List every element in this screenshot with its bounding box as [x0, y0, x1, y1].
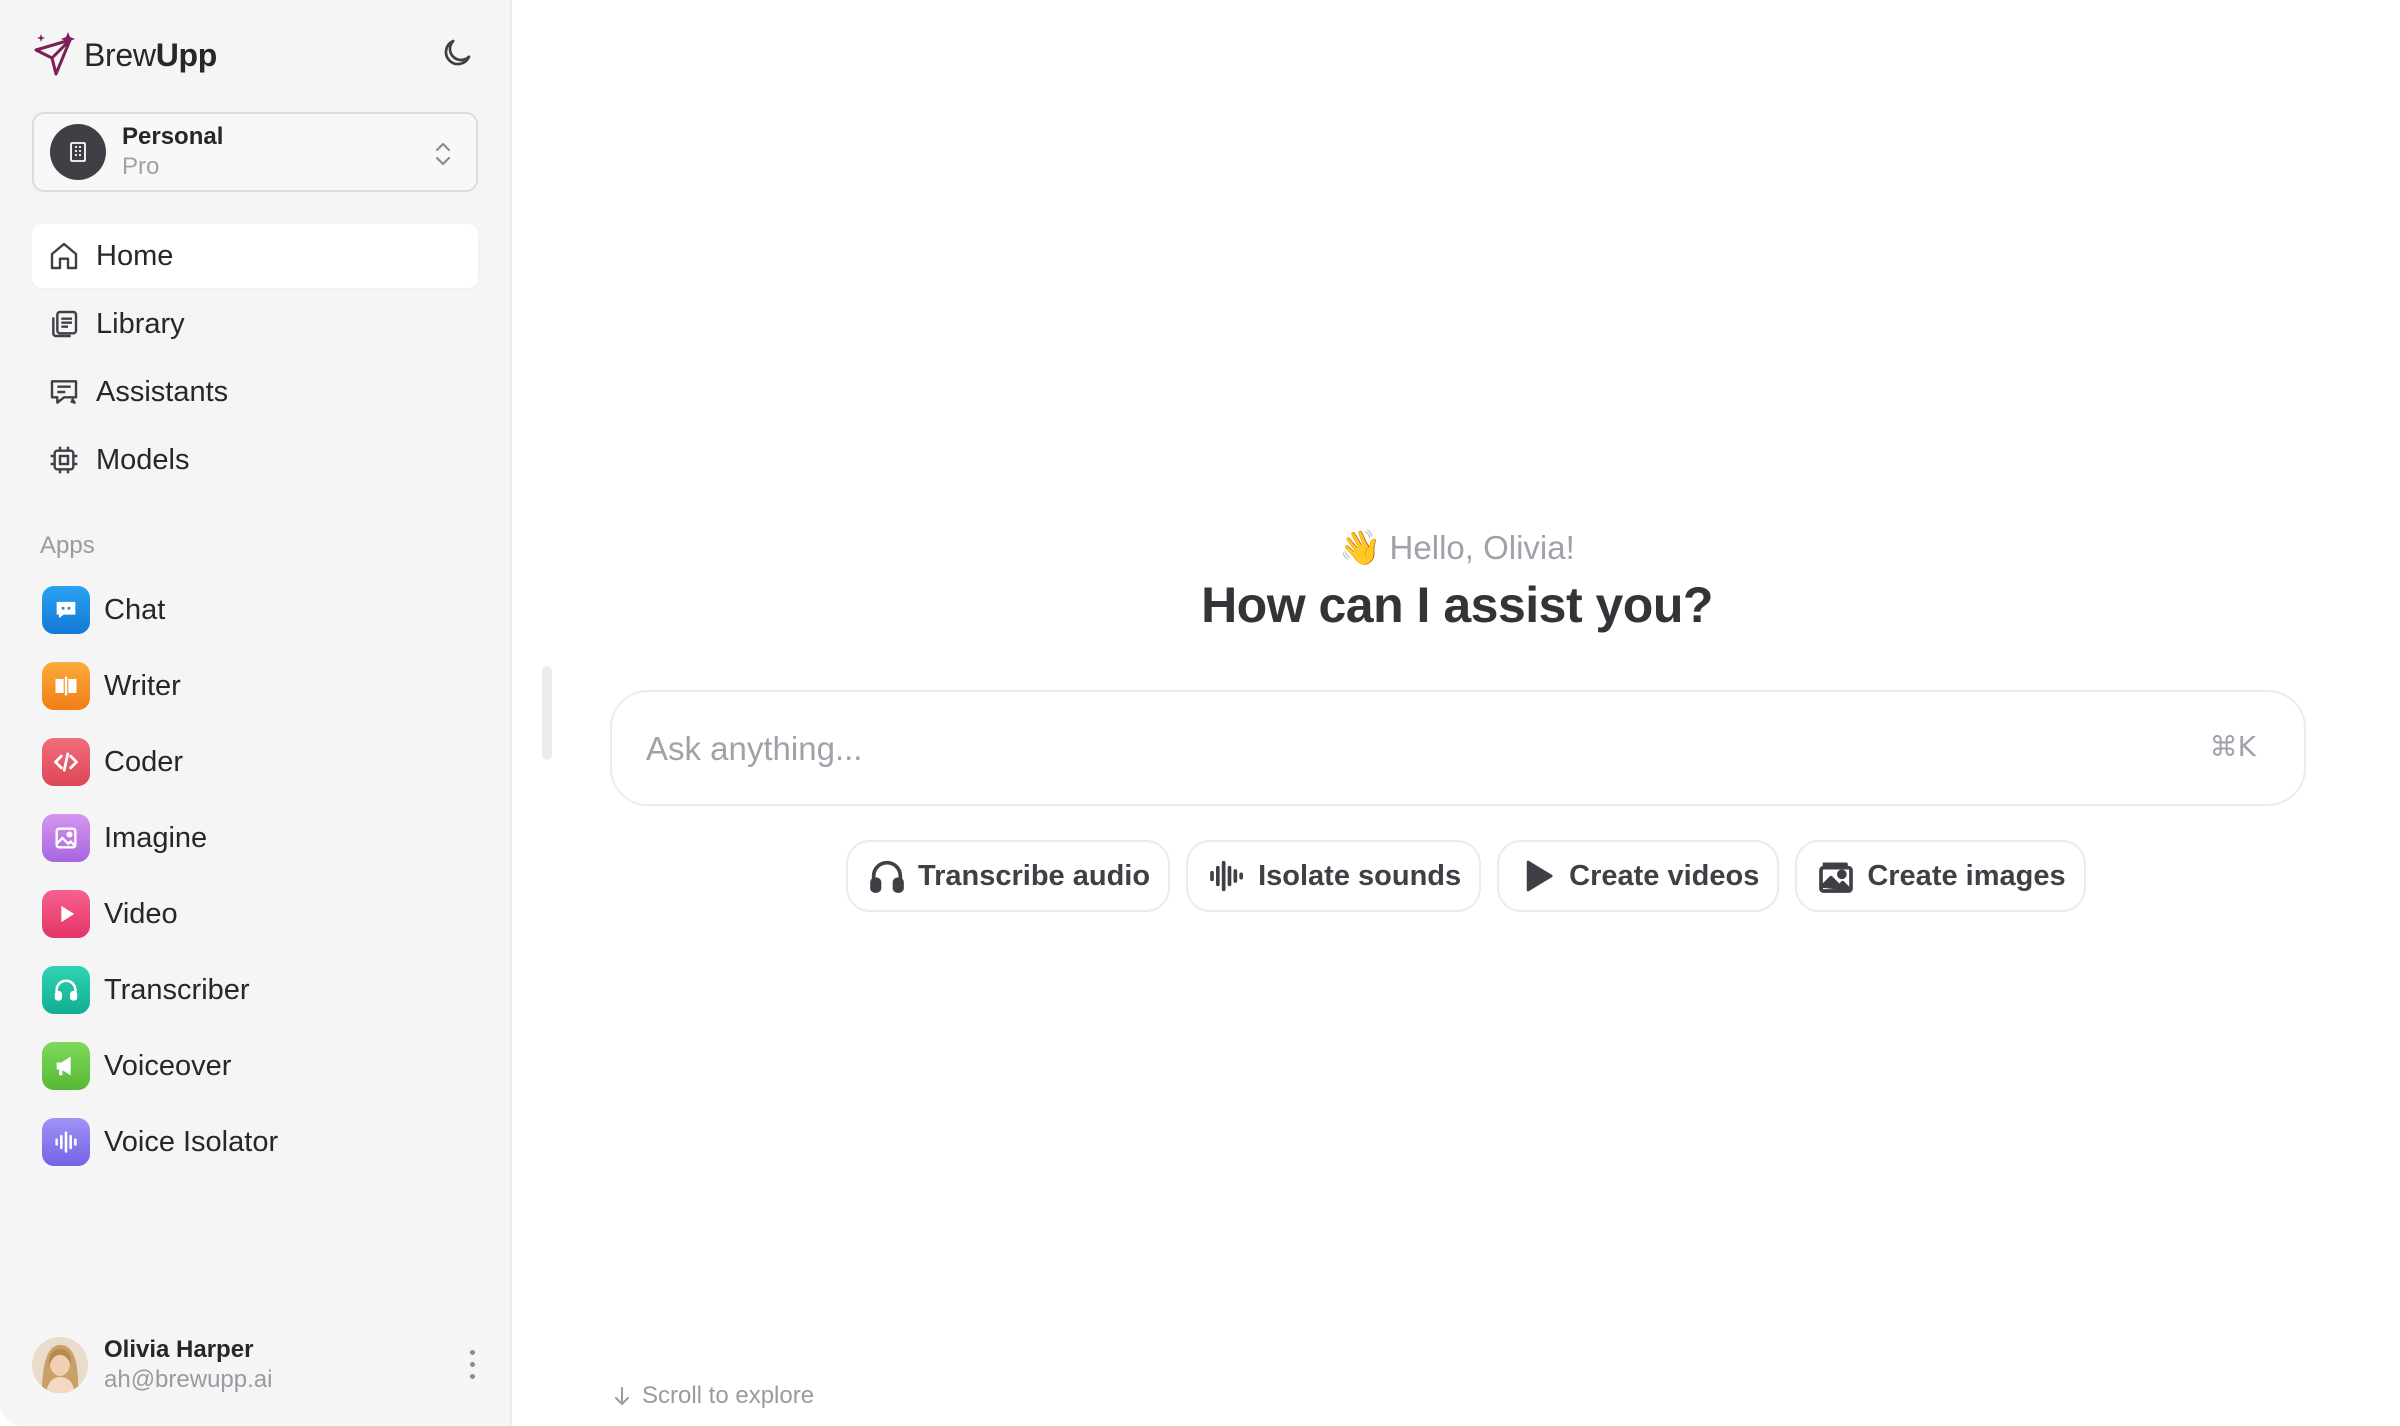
image-icon: [42, 814, 90, 862]
app-label: Coder: [104, 745, 183, 778]
app-label: Voiceover: [104, 1049, 232, 1082]
waveform-icon: [1206, 855, 1248, 897]
app-label: Transcriber: [104, 973, 250, 1006]
user-profile[interactable]: Olivia Harper ah@brewupp.ai: [32, 1330, 482, 1400]
keyboard-shortcut-hint: ⌘K: [2209, 730, 2256, 763]
greeting: 👋 Hello, Olivia!: [514, 528, 2400, 568]
headphones-icon: [42, 966, 90, 1014]
workspace-name: Personal: [122, 123, 224, 150]
create-images-button[interactable]: Create images: [1795, 840, 2086, 912]
workspace-plan: Pro: [122, 153, 160, 180]
prompt-input[interactable]: [646, 722, 2126, 776]
greeting-text: Hello, Olivia!: [1389, 529, 1575, 566]
app-item-imagine[interactable]: Imagine: [42, 802, 482, 874]
image-icon: [1815, 855, 1857, 897]
app-item-voiceover[interactable]: Voiceover: [42, 1030, 482, 1102]
nav-item-home[interactable]: Home: [32, 224, 478, 288]
prompt-box: ⌘K: [610, 690, 2306, 806]
main-nav: Home Library Assistants Models: [32, 224, 478, 496]
assistant-chat-icon: [48, 376, 80, 408]
app-label: Video: [104, 897, 178, 930]
app-label: Chat: [104, 593, 166, 626]
isolate-sounds-button[interactable]: Isolate sounds: [1186, 840, 1482, 912]
moon-icon: [444, 39, 471, 66]
headphones-icon: [866, 855, 908, 897]
action-label: Create images: [1867, 859, 2066, 892]
transcribe-audio-button[interactable]: Transcribe audio: [846, 840, 1171, 912]
chat-bubble-icon: [42, 586, 90, 634]
action-label: Transcribe audio: [918, 859, 1151, 892]
library-icon: [48, 308, 80, 340]
waveform-icon: [42, 1118, 90, 1166]
scroll-hint-label: Scroll to explore: [642, 1382, 815, 1409]
app-label: Imagine: [104, 821, 208, 854]
user-email: ah@brewupp.ai: [104, 1366, 273, 1393]
avatar: [32, 1337, 88, 1393]
apps-heading: Apps: [40, 532, 95, 559]
app-item-voice-isolator[interactable]: Voice Isolator: [42, 1106, 482, 1178]
arrow-down-icon: [615, 1387, 629, 1405]
play-icon: [1517, 855, 1559, 897]
nav-label: Home: [96, 239, 174, 272]
sparkle-send-icon: [34, 32, 75, 76]
app-item-chat[interactable]: Chat: [42, 574, 482, 646]
nav-label: Library: [96, 307, 185, 340]
code-icon: [42, 738, 90, 786]
brand-name: BrewUpp: [84, 36, 218, 73]
wave-emoji-icon: 👋: [1339, 528, 1382, 568]
more-vertical-icon[interactable]: [462, 1346, 482, 1382]
user-name: Olivia Harper: [104, 1336, 254, 1363]
app-label: Voice Isolator: [104, 1125, 279, 1158]
app-label: Writer: [104, 669, 181, 702]
theme-toggle-button[interactable]: [434, 30, 480, 76]
book-open-icon: [42, 662, 90, 710]
app-item-transcriber[interactable]: Transcriber: [42, 954, 482, 1026]
sidebar: BrewUpp Personal Pro Home Library Assist…: [0, 0, 512, 1426]
app-item-writer[interactable]: Writer: [42, 650, 482, 722]
nav-label: Assistants: [96, 375, 229, 408]
brand[interactable]: BrewUpp: [30, 30, 217, 80]
play-icon: [42, 890, 90, 938]
workspace-switcher[interactable]: Personal Pro: [32, 112, 478, 192]
sidebar-resize-handle[interactable]: [542, 666, 552, 760]
scroll-hint[interactable]: Scroll to explore: [612, 1382, 814, 1410]
app-item-video[interactable]: Video: [42, 878, 482, 950]
action-label: Create videos: [1569, 859, 1760, 892]
nav-label: Models: [96, 443, 190, 476]
megaphone-icon: [42, 1042, 90, 1090]
nav-item-models[interactable]: Models: [32, 428, 478, 492]
create-videos-button[interactable]: Create videos: [1497, 840, 1780, 912]
app-item-coder[interactable]: Coder: [42, 726, 482, 798]
nav-item-assistants[interactable]: Assistants: [32, 360, 478, 424]
home-icon: [48, 240, 80, 272]
page-title: How can I assist you?: [1201, 577, 1713, 633]
nav-item-library[interactable]: Library: [32, 292, 478, 356]
apps-list: Chat Writer Coder Imagine Video Transcri…: [42, 574, 482, 1182]
action-label: Isolate sounds: [1258, 859, 1462, 892]
building-icon: [50, 124, 106, 180]
chip-icon: [48, 444, 80, 476]
quick-actions: Transcribe audio Isolate sounds Create v…: [846, 840, 2086, 912]
chevron-updown-icon: [435, 142, 451, 166]
